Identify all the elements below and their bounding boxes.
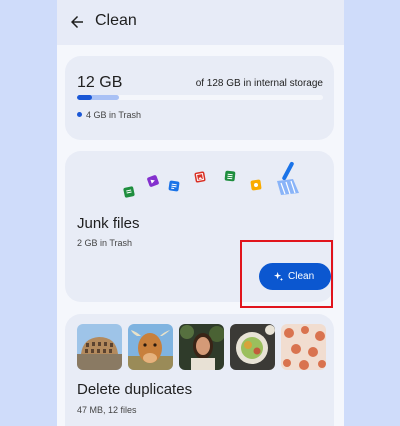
back-arrow-icon[interactable]: [68, 13, 86, 31]
page-title: Clean: [95, 12, 137, 29]
thumbnail-portrait[interactable]: [179, 324, 224, 370]
trash-legend-text: 4 GB in Trash: [86, 110, 142, 120]
duplicates-title: Delete duplicates: [77, 381, 193, 398]
duplicate-thumbnails: [77, 324, 326, 370]
junk-files-title: Junk files: [77, 215, 140, 232]
top-app-bar: Clean: [57, 0, 344, 45]
thumbnail-pattern[interactable]: [281, 324, 326, 370]
trash-dot-icon: [77, 112, 82, 117]
clean-button-label: Clean: [288, 271, 315, 282]
storage-card[interactable]: 12 GB of 128 GB in internal storage 4 GB…: [65, 56, 334, 140]
text-file-icon: [168, 180, 180, 192]
video-file-icon: [146, 174, 160, 188]
sheet-file-icon: [224, 170, 236, 182]
storage-total: of 128 GB in internal storage: [195, 78, 323, 89]
junk-files-card: Junk files 2 GB in Trash Clean: [65, 151, 334, 302]
storage-trash-fill: [77, 95, 92, 100]
trash-legend: 4 GB in Trash: [77, 110, 141, 120]
duplicates-subtitle: 47 MB, 12 files: [77, 405, 137, 415]
junk-files-subtitle: 2 GB in Trash: [77, 238, 133, 248]
broom-icon: [277, 161, 299, 195]
doc-file-icon: [123, 186, 135, 198]
photo-file-icon: [250, 179, 262, 191]
storage-used: 12 GB: [77, 74, 123, 91]
storage-progress-bar: [77, 95, 323, 100]
duplicates-card[interactable]: Delete duplicates 47 MB, 12 files: [65, 314, 334, 426]
thumbnail-food[interactable]: [230, 324, 275, 370]
image-file-icon: [194, 171, 206, 183]
sparkle-icon: [274, 272, 283, 281]
thumbnail-colosseum[interactable]: [77, 324, 122, 370]
thumbnail-cow[interactable]: [128, 324, 173, 370]
clean-screen: Clean 12 GB of 128 GB in internal storag…: [57, 0, 344, 426]
clean-button[interactable]: Clean: [259, 263, 331, 290]
